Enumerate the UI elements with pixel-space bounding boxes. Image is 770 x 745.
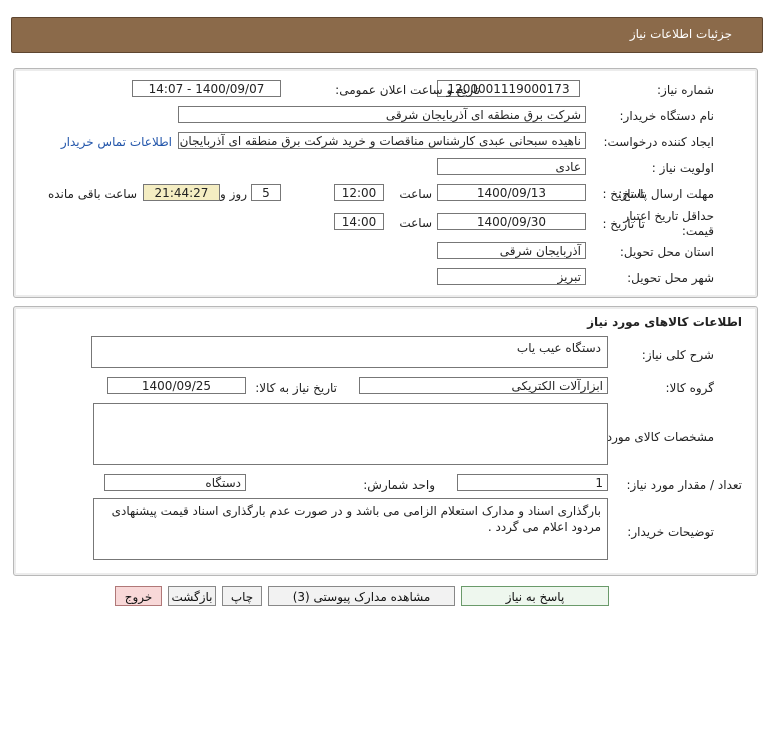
goods-group-label: گروه کالا:: [665, 381, 715, 395]
page-header: جزئیات اطلاعات نیاز: [11, 17, 763, 53]
unit-label: واحد شمارش:: [363, 478, 435, 492]
province-label: استان محل تحویل:: [619, 245, 714, 259]
validity-time-field: 14:00: [334, 213, 384, 230]
goods-group-field: ابزارآلات الکتریکی: [359, 377, 608, 394]
qty-field: 1: [457, 474, 608, 491]
deadline-time-field: 12:00: [334, 184, 384, 201]
creator-label: ایجاد کننده درخواست:: [603, 135, 714, 149]
goods-specs-field: [93, 403, 608, 465]
view-attachments-button[interactable]: مشاهده مدارک پیوستی (3): [268, 586, 455, 606]
days-field: 5: [251, 184, 281, 201]
contact-buyer-link[interactable]: اطلاعات تماس خریدار: [61, 135, 172, 149]
creator-field: ناهیده سبحانی عبدی کارشناس مناقصات و خری…: [178, 132, 586, 149]
goods-section-title: اطلاعات کالاهای مورد نیاز: [587, 315, 742, 329]
exit-button[interactable]: خروج: [115, 586, 162, 606]
remaining-label: ساعت باقی مانده: [47, 187, 137, 201]
back-button[interactable]: بازگشت: [168, 586, 216, 606]
city-field: تبریز: [437, 268, 586, 285]
need-info-panel: [13, 68, 758, 298]
priority-label: اولویت نیاز :: [651, 161, 714, 175]
province-field: آذربایجان شرقی: [437, 242, 586, 259]
announce-field: 1400/09/07 - 14:07: [132, 80, 281, 97]
validity-time-label: ساعت: [399, 216, 432, 230]
priority-field: عادی: [437, 158, 586, 175]
buyer-notes-field: بارگذاری اسناد و مدارک استعلام الزامی می…: [93, 498, 608, 560]
deadline-to-date-label: تا تاریخ :: [602, 187, 645, 201]
qty-label: تعداد / مقدار مورد نیاز:: [626, 478, 742, 492]
city-label: شهر محل تحویل:: [627, 271, 714, 285]
buyer-org-label: نام دستگاه خریدار:: [619, 109, 715, 123]
validity-label-2: قیمت:: [681, 224, 714, 238]
goods-desc-label: شرح کلی نیاز:: [641, 348, 714, 362]
validity-date-field: 1400/09/30: [437, 213, 586, 230]
need-number-label: شماره نیاز:: [657, 83, 714, 97]
deadline-time-label: ساعت: [399, 187, 432, 201]
days-label: روز و: [220, 187, 247, 201]
announce-label: تاریخ و ساعت اعلان عمومی:: [335, 83, 480, 97]
need-date-label: تاریخ نیاز به کالا:: [255, 381, 337, 395]
deadline-date-field: 1400/09/13: [437, 184, 586, 201]
reply-button[interactable]: پاسخ به نیاز: [461, 586, 609, 606]
print-button[interactable]: چاپ: [222, 586, 262, 606]
remaining-time-field: 21:44:27: [143, 184, 220, 201]
buyer-notes-label: توضیحات خریدار:: [627, 525, 714, 539]
need-date-field: 1400/09/25: [107, 377, 246, 394]
unit-field: دستگاه: [104, 474, 246, 491]
page-title: جزئیات اطلاعات نیاز: [629, 27, 732, 41]
validity-to-date-label: تا تاریخ :: [602, 217, 645, 231]
goods-desc-field: دستگاه عیب یاب: [91, 336, 608, 368]
buyer-org-field: شرکت برق منطقه ای آذربایجان شرقی: [178, 106, 586, 123]
